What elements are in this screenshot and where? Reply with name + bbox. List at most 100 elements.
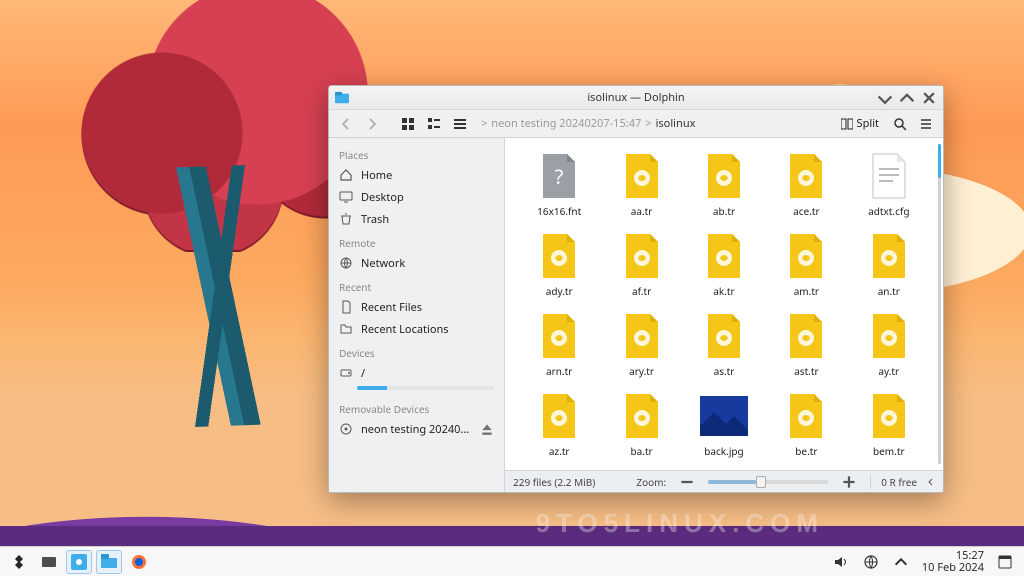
tr-file-icon (535, 232, 583, 280)
task-manager-virtual-desktops[interactable] (36, 550, 62, 574)
sidebar-heading-remote: Remote (329, 230, 504, 252)
sidebar-item-root[interactable]: / (329, 362, 504, 384)
zoom-out-button[interactable] (676, 471, 698, 493)
split-icon (841, 118, 853, 130)
file-item[interactable]: ? (849, 468, 929, 470)
window-title: isolinux — Dolphin (329, 90, 943, 105)
document-icon (339, 300, 353, 314)
file-name: arn.tr (546, 364, 572, 378)
file-name: ast.tr (794, 364, 818, 378)
file-name: af.tr (632, 284, 651, 298)
file-item[interactable]: bem.tr (849, 388, 929, 466)
file-item[interactable] (519, 468, 599, 470)
file-item[interactable]: arn.tr (519, 308, 599, 386)
file-item[interactable]: adtxt.cfg (849, 148, 929, 226)
file-item[interactable]: back.jpg (684, 388, 764, 466)
tray-volume[interactable] (828, 550, 854, 574)
file-item[interactable]: af.tr (601, 228, 681, 306)
split-view-button[interactable]: Split (835, 113, 885, 135)
breadcrumb[interactable]: > neon testing 20240207-15:47 > isolinux (475, 116, 831, 131)
file-item[interactable] (684, 468, 764, 470)
view-compact-button[interactable] (423, 113, 445, 135)
app-launcher-button[interactable] (6, 550, 32, 574)
sidebar-item-desktop[interactable]: Desktop (329, 186, 504, 208)
sidebar-item-label: / (361, 366, 494, 381)
file-item[interactable]: ace.tr (766, 148, 846, 226)
view-details-button[interactable] (449, 113, 471, 135)
hamburger-menu-button[interactable] (915, 113, 937, 135)
sidebar-item-network[interactable]: Network (329, 252, 504, 274)
tray-network[interactable] (858, 550, 884, 574)
close-button[interactable] (921, 90, 937, 106)
task-dolphin[interactable] (96, 550, 122, 574)
minimize-button[interactable] (877, 90, 893, 106)
tr-file-icon (535, 312, 583, 360)
file-item[interactable]: ?16x16.fnt (519, 148, 599, 226)
panel-clock[interactable]: 15:27 10 Feb 2024 (918, 550, 988, 573)
file-item[interactable]: ary.tr (601, 308, 681, 386)
sidebar-heading-recent: Recent (329, 274, 504, 296)
breadcrumb-seg-1[interactable]: neon testing 20240207-15:47 (491, 116, 641, 131)
zoom-slider[interactable] (708, 480, 828, 484)
back-button[interactable] (335, 113, 357, 135)
tr-file-icon (618, 232, 666, 280)
file-item[interactable]: am.tr (766, 228, 846, 306)
file-name: ak.tr (713, 284, 734, 298)
titlebar[interactable]: isolinux — Dolphin (329, 86, 943, 110)
sidebar-item-label: neon testing 20240207-15:47 (361, 422, 472, 437)
sidebar-item-home[interactable]: Home (329, 164, 504, 186)
eject-icon[interactable] (480, 422, 494, 436)
forward-button[interactable] (361, 113, 383, 135)
tr-file-icon (782, 152, 830, 200)
file-name: aa.tr (631, 204, 653, 218)
search-button[interactable] (889, 113, 911, 135)
tr-file-icon (618, 392, 666, 440)
scrollbar[interactable] (938, 144, 941, 464)
tr-file-icon (865, 232, 913, 280)
chevron-left-icon[interactable] (927, 478, 935, 486)
search-icon (893, 117, 907, 131)
file-item[interactable]: aa.tr (601, 148, 681, 226)
file-item[interactable]: ab.tr (684, 148, 764, 226)
file-item[interactable] (766, 468, 846, 470)
zoom-in-button[interactable] (838, 471, 860, 493)
dolphin-window: isolinux — Dolphin > neon testing 202402… (328, 85, 944, 493)
view-icons-button[interactable] (397, 113, 419, 135)
maximize-button[interactable] (899, 90, 915, 106)
file-item[interactable] (601, 468, 681, 470)
tr-file-icon (618, 152, 666, 200)
svg-text:?: ? (555, 163, 564, 190)
file-name: az.tr (549, 444, 570, 458)
disc-icon (339, 422, 353, 436)
sidebar-item-trash[interactable]: Trash (329, 208, 504, 230)
file-name: ba.tr (631, 444, 653, 458)
sidebar-item-removable-iso[interactable]: neon testing 20240207-15:47 (329, 418, 504, 440)
tr-file-icon (700, 312, 748, 360)
file-item[interactable]: ak.tr (684, 228, 764, 306)
file-item[interactable]: ba.tr (601, 388, 681, 466)
file-item[interactable]: ast.tr (766, 308, 846, 386)
file-name: bem.tr (873, 444, 905, 458)
sidebar-item-recent-files[interactable]: Recent Files (329, 296, 504, 318)
breadcrumb-seg-2[interactable]: isolinux (656, 116, 696, 131)
sidebar-heading-places: Places (329, 142, 504, 164)
task-system-settings[interactable] (66, 550, 92, 574)
file-item[interactable]: az.tr (519, 388, 599, 466)
tray-chevron-up[interactable] (888, 550, 914, 574)
sidebar-item-recent-locations[interactable]: Recent Locations (329, 318, 504, 340)
tr-file-icon (700, 232, 748, 280)
sidebar-heading-removable: Removable Devices (329, 396, 504, 418)
file-item[interactable]: as.tr (684, 308, 764, 386)
tr-file-icon (618, 312, 666, 360)
tr-file-icon (865, 392, 913, 440)
sidebar-item-label: Trash (361, 212, 494, 227)
file-item[interactable]: ady.tr (519, 228, 599, 306)
hamburger-icon (919, 117, 933, 131)
file-item[interactable]: an.tr (849, 228, 929, 306)
file-name: an.tr (878, 284, 900, 298)
file-item[interactable]: ay.tr (849, 308, 929, 386)
show-desktop-button[interactable] (992, 550, 1018, 574)
task-firefox[interactable] (126, 550, 152, 574)
file-item[interactable]: be.tr (766, 388, 846, 466)
file-grid-scroll[interactable]: ?16x16.fnt aa.tr ab.trace.tradtxt.cfg ady.t… (505, 138, 943, 470)
